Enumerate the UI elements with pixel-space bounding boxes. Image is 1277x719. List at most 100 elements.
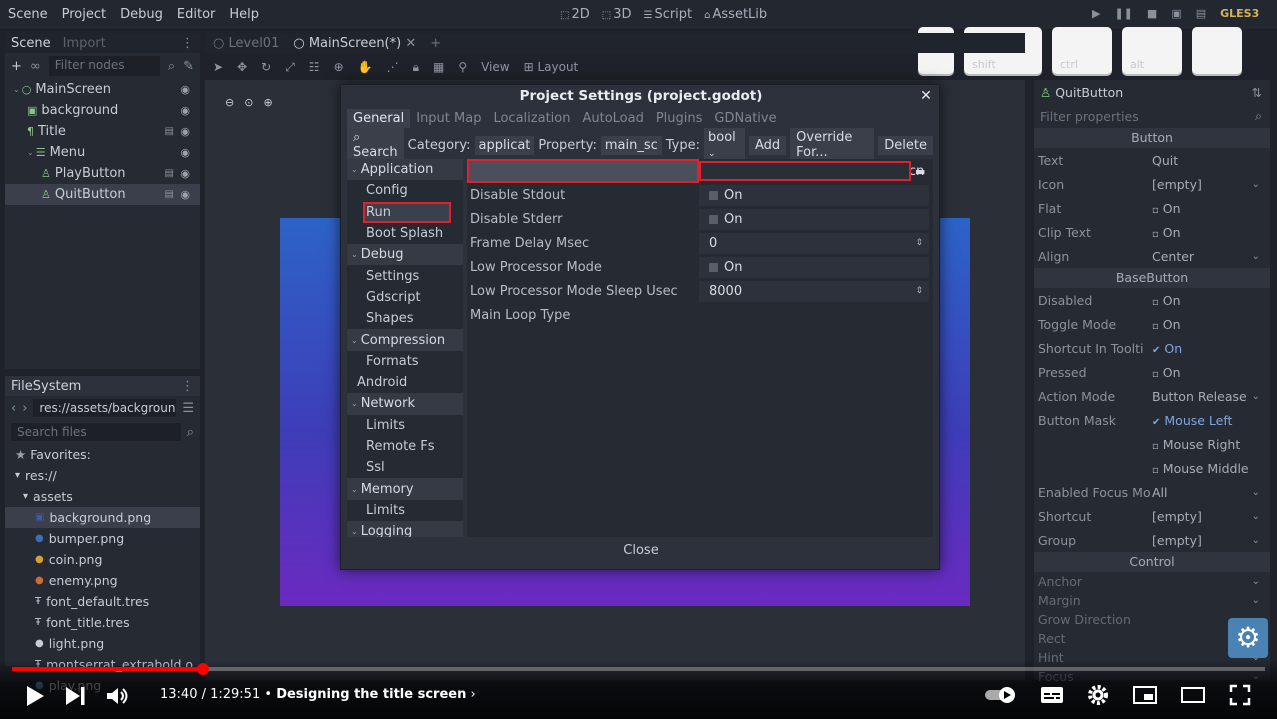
property-value[interactable]: 0 ⇕	[699, 232, 929, 254]
add-node-icon[interactable]: +	[11, 59, 22, 74]
category-limits[interactable]: Limits	[347, 500, 463, 521]
bone-icon[interactable]: ⚲	[458, 60, 467, 74]
file-item-enemy-png[interactable]: ● enemy.png	[5, 570, 200, 591]
scale-tool-icon[interactable]: ⤢	[285, 60, 295, 75]
fold-arrow-icon[interactable]: ⌄	[351, 250, 358, 259]
category-compression[interactable]: ⌄ Compression	[347, 329, 463, 351]
prop-value[interactable]: ✔ On	[1152, 341, 1182, 356]
inspector-row-action-mode[interactable]: Action Mode Button Release ⌄	[1034, 384, 1270, 408]
sort-icon[interactable]: ⇅	[1252, 85, 1262, 100]
theater-mode-icon[interactable]	[1180, 685, 1206, 705]
checkbox[interactable]: ▫	[1152, 369, 1159, 380]
fold-arrow-icon[interactable]: ⌄	[351, 399, 358, 408]
chevron-down-icon[interactable]: ⌄	[1252, 487, 1260, 498]
category-network[interactable]: ⌄ Network	[347, 393, 463, 415]
close-icon[interactable]: ✕	[917, 85, 935, 107]
prop-value[interactable]: ▫ On	[1152, 201, 1181, 216]
property-value[interactable]: On	[699, 208, 929, 230]
layout-menu[interactable]: ⊞ Layout	[524, 60, 579, 74]
scene-node-mainscreen[interactable]: ⌄ ○ MainScreen ◉	[5, 79, 200, 100]
dock-menu-icon[interactable]: ⋮	[181, 379, 194, 394]
inspector-row-align[interactable]: Align Center ⌄	[1034, 244, 1270, 268]
script-icon[interactable]: ✎	[183, 59, 194, 74]
zoom-reset-icon[interactable]: ⊙	[244, 96, 253, 109]
checkbox[interactable]: ▫	[1152, 297, 1159, 308]
new-tab-icon[interactable]: +	[430, 36, 441, 51]
forward-icon[interactable]: ›	[22, 401, 27, 416]
delete-button[interactable]: Delete	[878, 135, 933, 155]
category-memory[interactable]: ⌄ Memory	[347, 478, 463, 500]
fullscreen-icon[interactable]	[1228, 683, 1252, 707]
category-gdscript[interactable]: Gdscript	[347, 287, 463, 308]
prop-value[interactable]: ✔ Mouse Left	[1152, 413, 1232, 428]
zoom-out-icon[interactable]: ⊖	[225, 96, 234, 109]
zoom-in-icon[interactable]: ⊕	[263, 96, 272, 109]
checkbox[interactable]	[709, 190, 718, 200]
tab-mainscreen[interactable]: ○ MainScreen(*) ✕	[293, 36, 416, 51]
tab-scene[interactable]: Scene	[11, 36, 51, 51]
fold-arrow-icon[interactable]: ⌄	[351, 485, 358, 494]
chevron-right-icon[interactable]: ›	[470, 687, 475, 702]
file-item-background-png[interactable]: ▣ background.png	[5, 507, 200, 528]
inspector-row-margin[interactable]: Margin ⌄	[1034, 591, 1270, 610]
group-icon[interactable]: ▦	[433, 60, 444, 74]
scene-node-background[interactable]: ▣ background ◉	[5, 100, 200, 121]
type-select[interactable]: bool ⌄	[704, 128, 745, 162]
category-remote-fs[interactable]: Remote Fs	[347, 436, 463, 457]
chevron-down-icon[interactable]: ⌄	[1252, 535, 1260, 546]
next-icon[interactable]	[60, 684, 100, 708]
rotate-tool-icon[interactable]: ↻	[261, 60, 271, 74]
split-view-icon[interactable]: ☰	[182, 401, 194, 416]
prop-value[interactable]: [empty]	[1152, 177, 1202, 192]
pivot-tool-icon[interactable]: ⊕	[334, 60, 344, 74]
visibility-eye-icon[interactable]: ◉	[180, 83, 190, 96]
fold-arrow-icon[interactable]: ⌄	[351, 336, 358, 345]
lock-icon[interactable]: ▤	[165, 126, 174, 137]
chapter-title[interactable]: Designing the title screen	[276, 687, 466, 702]
tab-general[interactable]: General	[347, 109, 411, 128]
category-input[interactable]: applicat	[474, 135, 535, 155]
property-low-processor-mode-sleep-usec[interactable]: Low Processor Mode Sleep Usec 8000 ⇕	[467, 279, 933, 303]
property-frame-delay-msec[interactable]: Frame Delay Msec 0 ⇕	[467, 231, 933, 255]
visibility-eye-icon[interactable]: ◉	[180, 188, 190, 201]
checkbox[interactable]	[709, 262, 718, 272]
move-tool-icon[interactable]: ✥	[237, 60, 247, 74]
checkbox[interactable]: ▫	[1152, 441, 1159, 452]
inspector-row-mouse-middle[interactable]: ▫ Mouse Middle	[1034, 456, 1270, 480]
fold-arrow-icon[interactable]: ⌄	[13, 85, 20, 94]
prop-value[interactable]: ▫ Mouse Right	[1152, 437, 1240, 452]
section-control[interactable]: Control	[1034, 552, 1270, 572]
inspector-row-clip-text[interactable]: Clip Text ▫ On	[1034, 220, 1270, 244]
category-run[interactable]: Run	[363, 201, 451, 223]
inspector-row-shortcut-in-toolti[interactable]: Shortcut In Toolti ✔ On	[1034, 336, 1270, 360]
inspector-row-mouse-right[interactable]: ▫ Mouse Right	[1034, 432, 1270, 456]
inspector-row-button-mask[interactable]: Button Mask ✔ Mouse Left	[1034, 408, 1270, 432]
inspector-row-toggle-mode[interactable]: Toggle Mode ▫ On	[1034, 312, 1270, 336]
checkmark-icon[interactable]: ✔	[1152, 345, 1160, 356]
spinner-arrows-icon[interactable]: ⇕	[915, 286, 923, 296]
view-menu[interactable]: View	[481, 60, 509, 74]
menu-debug[interactable]: Debug	[120, 7, 163, 22]
filter-nodes-input[interactable]: Filter nodes	[48, 56, 160, 76]
checkbox[interactable]: ▫	[1152, 229, 1159, 240]
prop-value[interactable]: All	[1152, 485, 1168, 500]
inspector-row-pressed[interactable]: Pressed ▫ On	[1034, 360, 1270, 384]
spinner-arrows-icon[interactable]: ⇕	[915, 238, 923, 248]
volume-icon[interactable]	[104, 684, 134, 708]
chevron-down-icon[interactable]: ⌄	[1252, 391, 1260, 402]
inspector-row-anchor[interactable]: Anchor ⌄	[1034, 572, 1270, 591]
file-item-font-title-tres[interactable]: Ŧfont_title.tres	[5, 612, 200, 633]
property-value[interactable]: On	[699, 184, 929, 206]
section-button[interactable]: Button	[1034, 128, 1270, 148]
visibility-eye-icon[interactable]: ◉	[180, 125, 190, 138]
visibility-eye-icon[interactable]: ◉	[180, 104, 190, 117]
prop-value[interactable]: ▫ On	[1152, 317, 1181, 332]
tab-localization[interactable]: Localization	[487, 109, 576, 128]
pan-tool-icon[interactable]: ✋	[358, 60, 373, 74]
file-item-font-default-tres[interactable]: Ŧfont_default.tres	[5, 591, 200, 612]
category-logging[interactable]: ⌄ Logging	[347, 521, 463, 537]
property-value[interactable]: 8000 ⇕	[699, 280, 929, 302]
chevron-down-icon[interactable]: ⌄	[1252, 595, 1260, 606]
filesystem-title[interactable]: FileSystem	[11, 379, 81, 394]
property-input[interactable]: main_sc	[600, 135, 662, 155]
